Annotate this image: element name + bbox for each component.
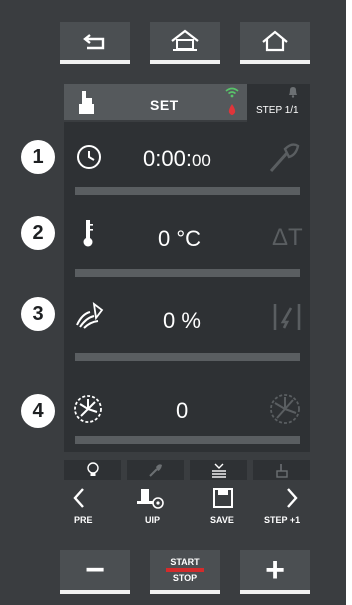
start-stop-button[interactable]: START STOP [150,550,220,594]
fan-slider[interactable] [75,436,300,444]
delta-t-icon[interactable]: ΔT [272,224,303,252]
step-tab[interactable] [247,84,310,122]
temperature-value[interactable]: 0 °C [158,226,201,252]
home-icon [262,30,288,52]
row-number-3: 3 [21,297,55,331]
pre-button[interactable]: PRE [74,515,93,525]
tab-hold[interactable] [253,460,310,480]
plus-icon: + [265,551,285,589]
start-stop-divider [166,568,204,572]
plus-button[interactable]: + [240,550,310,594]
light-bulb-icon [86,462,99,476]
probe-icon [148,464,162,477]
step-next-button[interactable]: STEP +1 [264,515,300,525]
stop-label: STOP [172,573,198,583]
tab-probe[interactable] [127,460,184,480]
minus-icon: − [85,551,105,589]
humidity-slider[interactable] [75,353,300,361]
core-probe-icon[interactable] [268,138,302,174]
uip-button[interactable]: UIP [145,515,160,525]
timer-icon[interactable] [75,143,103,171]
time-slider[interactable] [75,187,300,195]
wifi-icon [225,87,239,98]
levels-icon [211,463,226,478]
humidity-value[interactable]: 0 % [163,308,201,334]
fan-speed-icon[interactable] [72,393,104,425]
uip-icon[interactable] [136,486,168,512]
save-icon[interactable] [213,488,233,508]
minus-button[interactable]: − [60,550,130,594]
fan-icon[interactable] [268,392,302,426]
home-button[interactable] [240,22,310,64]
bell-icon [289,87,297,98]
hand-hold-icon [275,464,288,478]
function-tabs [64,460,310,482]
hand-touch-icon [79,91,94,114]
back-icon [83,34,105,50]
tab-light[interactable] [64,460,121,480]
my-home-button[interactable] [150,22,220,64]
tab-settings[interactable] [190,460,247,480]
set-label: SET [150,97,179,113]
back-button[interactable] [60,22,130,64]
start-label: START [170,557,200,567]
time-value[interactable]: 0:00:00 [143,146,211,172]
row-number-4: 4 [21,394,55,428]
temperature-slider[interactable] [75,269,300,277]
water-drop-icon [228,104,236,115]
row-number-2: 2 [21,216,55,250]
row-number-1: 1 [21,140,55,174]
my-home-icon [171,29,199,51]
damper-icon[interactable] [272,302,302,332]
thermometer-icon[interactable] [81,218,95,248]
humidity-icon[interactable] [74,300,104,330]
fan-value[interactable]: 0 [176,398,188,424]
prev-chevron-icon[interactable] [72,487,86,509]
save-button[interactable]: SAVE [210,515,234,525]
step-label: STEP 1/1 [256,105,299,116]
next-chevron-icon[interactable] [285,487,299,509]
